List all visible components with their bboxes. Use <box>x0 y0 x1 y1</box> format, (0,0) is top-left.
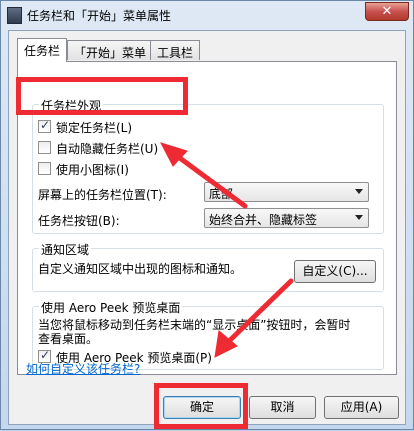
tab-taskbar[interactable]: 任务栏 <box>17 38 68 62</box>
taskbar-properties-window: 任务栏和「开始」菜单属性 ✕ 任务栏 「开始」菜单 工具栏 任务栏外观 锁定任务… <box>0 0 414 430</box>
annotation-arrows <box>160 142 294 358</box>
annotation-arrow-small-icons <box>170 150 248 209</box>
annotation-arrow-ok <box>220 278 294 350</box>
